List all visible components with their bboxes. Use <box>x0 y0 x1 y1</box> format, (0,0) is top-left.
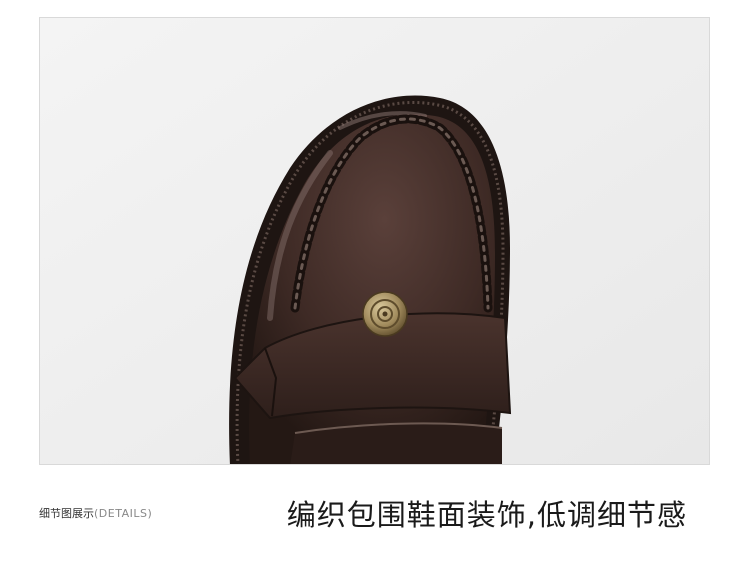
caption-row: 细节图展示(DETAILS) 编织包围鞋面装饰,低调细节感 <box>39 492 710 532</box>
section-label-en: (DETAILS) <box>94 507 153 520</box>
section-label-cn: 细节图展示 <box>39 507 94 520</box>
flower-ornament-icon <box>362 291 408 337</box>
product-detail-photo <box>39 17 710 465</box>
section-label: 细节图展示(DETAILS) <box>39 505 152 521</box>
detail-headline: 编织包围鞋面装饰,低调细节感 <box>286 498 687 532</box>
